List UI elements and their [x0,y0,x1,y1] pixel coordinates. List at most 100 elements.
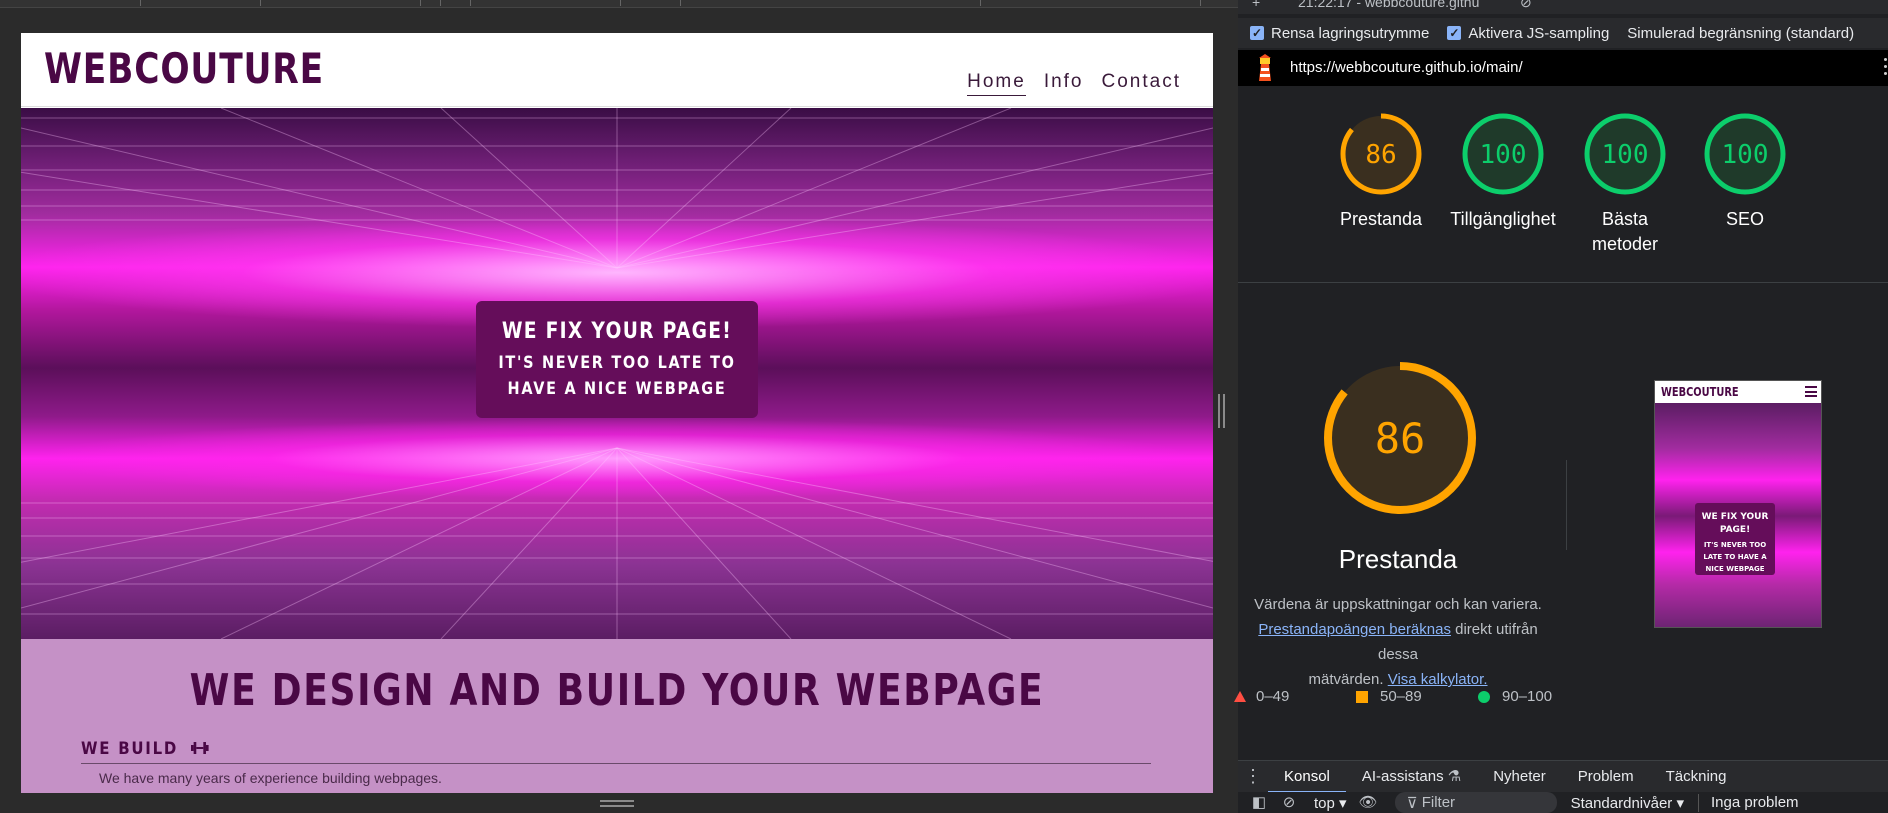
checkbox-checked-icon[interactable]: ✓ [1250,26,1264,40]
drawer-tab-bar: ⋮ Konsol AI-assistans ⚗ Nyheter Problem … [1238,760,1888,793]
new-report-icon[interactable]: + [1252,0,1260,10]
tab-ai-assistance[interactable]: AI-assistans ⚗ [1346,761,1477,793]
log-levels-value: Standardnivåer [1570,794,1673,812]
site-header: WEBCOUTURE Home Info Contact [21,33,1213,107]
flask-icon: ⚗ [1447,767,1462,785]
gauge-best-practices[interactable]: 100 Bästa metoder [1565,112,1685,257]
score-description: Värdena är uppskattningar och kan varier… [1238,592,1558,692]
context-selector[interactable]: top ▾ [1314,794,1347,812]
thumbnail-subtitle-line-2: LATE TO HAVE A [1703,553,1767,561]
filter-icon: ⊽ [1406,794,1422,812]
nav-info-link[interactable]: Info [1044,71,1084,96]
legend-average: 50–89 [1356,688,1422,705]
gauge-seo[interactable]: 100 SEO [1685,112,1805,232]
clear-storage-label: Rensa lagringsutrymme [1271,24,1430,42]
report-url[interactable]: https://webbcouture.github.io/main/ [1290,59,1523,76]
performance-score-link[interactable]: Prestandapoängen beräknas [1258,621,1451,638]
hero-subtitle: IT'S NEVER TOO LATE TO HAVE A NICE WEBPA… [497,350,737,402]
score-value: 100 [1722,140,1769,170]
js-sampling-label: Aktivera JS-sampling [1468,24,1610,42]
performance-gauge-large: 86 [1322,360,1478,521]
sidebar-toggle-icon[interactable]: ◧ [1250,794,1268,812]
main-score-label: Prestanda [1338,544,1458,574]
thumbnail-hero: WE FIX YOUR PAGE! IT'S NEVER TOO LATE TO… [1655,403,1821,627]
console-filter-input[interactable]: ⊽ Filter [1394,792,1557,813]
score-value: 100 [1602,140,1649,170]
description-line-1: Värdena är uppskattningar och kan varier… [1254,596,1542,613]
thumbnail-subtitle: IT'S NEVER TOO LATE TO HAVE A NICE WEBPA… [1695,539,1775,575]
issues-counter[interactable]: Inga problem [1711,794,1799,811]
heading-divider [81,763,1151,764]
nav-home-link[interactable]: Home [967,71,1026,96]
we-build-heading: WE BUILD [81,739,210,759]
site-logo[interactable]: WEBCOUTURE [44,44,324,93]
services-section: WE DESIGN AND BUILD YOUR WEBPAGE WE BUIL… [21,639,1213,793]
view-calculator-link[interactable]: Visa kalkylator. [1388,671,1488,688]
screen: { "site": { "logo": "WEBCOUTURE", "nav":… [0,0,1888,813]
score-gauge-icon: 100 [1704,113,1786,195]
tab-issues[interactable]: Problem [1562,761,1650,793]
legend-pass-range: 90–100 [1502,688,1553,705]
gauge-performance[interactable]: 86 Prestanda [1321,112,1441,232]
page-screenshot-thumbnail[interactable]: WEBCOUTURE WE FIX YOUR PAGE! IT'S NEVER … [1654,380,1822,628]
fail-triangle-icon [1234,691,1246,702]
clear-console-icon[interactable]: ⊘ [1280,794,1298,812]
js-sampling-option[interactable]: ✓ Aktivera JS-sampling [1447,25,1609,42]
toolbar-separator [1698,793,1699,812]
checkbox-checked-icon[interactable]: ✓ [1447,26,1462,40]
pass-circle-icon [1478,690,1490,703]
throttling-label[interactable]: Simulerad begränsning (standard) [1627,25,1854,42]
filter-placeholder: Filter [1421,794,1456,811]
eye-icon[interactable]: 👁 [1359,794,1378,812]
hero-message-box: WE FIX YOUR PAGE! IT'S NEVER TOO LATE TO… [476,301,758,418]
score-label: SEO [1725,209,1764,229]
score-gauge-icon: 86 [1340,113,1422,195]
thumbnail-title: WE FIX YOUR PAGE! [1695,511,1775,537]
report-url-bar: https://webbcouture.github.io/main/ [1238,50,1888,86]
score-gauge-icon: 100 [1584,113,1666,195]
section-title: WE DESIGN AND BUILD YOUR WEBPAGE [189,665,1045,716]
thumbnail-logo: WEBCOUTURE [1661,385,1739,399]
report-tab-title[interactable]: 21:22:17 - webbcouture.githu [1298,0,1479,10]
legend-fail: 0–49 [1234,688,1289,705]
thumbnail-title-line-2: PAGE! [1719,525,1751,535]
score-label-line-2: metoder [1591,234,1659,254]
more-options-icon[interactable] [1884,58,1888,78]
console-toolbar: ◧ ⊘ top ▾ 👁 ⊽ Filter Standardnivåer ▾ In… [1238,792,1888,813]
clear-storage-option[interactable]: ✓ Rensa lagringsutrymme [1250,25,1429,42]
viewport-ruler [0,0,1238,8]
nav-contact-link[interactable]: Contact [1102,71,1181,96]
device-viewport-pane: WEBCOUTURE Home Info Contact WE FIX YOUR… [0,0,1238,813]
dumbbell-icon [191,742,209,754]
thumbnail-subtitle-line-3: NICE WEBPAGE [1705,565,1765,573]
tab-ai-assistance-label: AI-assistans [1361,767,1444,785]
score-label: Prestanda [1339,209,1423,229]
gauge-accessibility[interactable]: 100 Tillgänglighet [1443,112,1563,232]
lighthouse-options: ✓ Rensa lagringsutrymme ✓ Aktivera JS-sa… [1238,18,1888,48]
thumbnail-title-line-1: WE FIX YOUR [1701,512,1769,522]
score-label-line-1: Bästa [1601,209,1649,229]
devtools-panel: + 21:22:17 - webbcouture.githu ⊘ ✓ Rensa… [1234,0,1888,813]
viewport-bottom-resize-handle[interactable] [600,800,634,808]
we-build-label: WE BUILD [81,739,179,759]
we-build-text: We have many years of experience buildin… [99,770,442,786]
tab-console[interactable]: Konsol [1268,761,1346,793]
clear-reports-icon[interactable]: ⊘ [1520,0,1532,11]
log-levels-dropdown[interactable]: Standardnivåer ▾ [1571,794,1684,812]
tab-news[interactable]: Nyheter [1477,761,1562,793]
score-label: Tillgänglighet [1450,209,1556,229]
legend-average-range: 50–89 [1380,688,1422,705]
tab-coverage[interactable]: Täckning [1650,761,1743,793]
thumbnail-subtitle-line-1: IT'S NEVER TOO [1703,541,1767,549]
score-label: Bästa metoder [1565,207,1685,257]
vertical-separator [1566,460,1567,550]
section-divider [1238,282,1888,283]
thumbnail-hero-box: WE FIX YOUR PAGE! IT'S NEVER TOO LATE TO… [1695,503,1775,575]
drawer-menu-icon[interactable]: ⋮ [1238,766,1268,787]
score-legend: 0–49 50–89 90–100 [1234,688,1888,708]
thumbnail-header: WEBCOUTURE [1655,381,1821,403]
hamburger-menu-icon [1805,386,1817,397]
viewport-resize-handle[interactable] [1218,394,1226,428]
score-value: 86 [1365,140,1396,170]
hero-subtitle-line-2: HAVE A NICE WEBPAGE [507,379,727,399]
